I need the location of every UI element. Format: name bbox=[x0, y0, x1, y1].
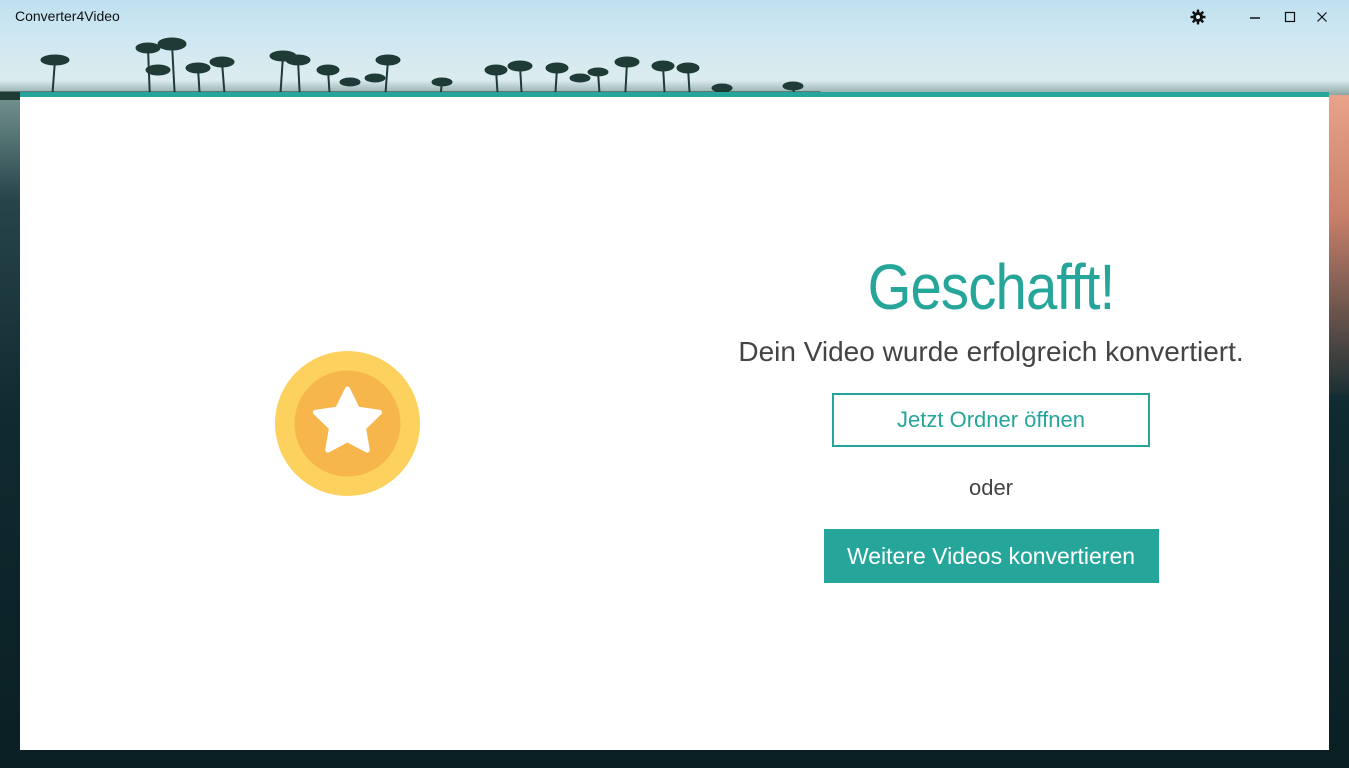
success-headline: Geschafft! bbox=[867, 251, 1116, 323]
close-button[interactable] bbox=[1311, 6, 1333, 28]
maximize-icon bbox=[1284, 11, 1296, 23]
gear-icon bbox=[1190, 9, 1206, 25]
convert-more-videos-button[interactable]: Weitere Videos konvertieren bbox=[823, 529, 1159, 583]
success-panel: Geschafft! Dein Video wurde erfolgreich … bbox=[20, 92, 1329, 750]
minimize-icon bbox=[1250, 17, 1260, 19]
or-separator: oder bbox=[968, 475, 1014, 500]
settings-button[interactable] bbox=[1187, 6, 1209, 28]
result-section: Geschafft! Dein Video wurde erfolgreich … bbox=[680, 247, 1302, 583]
minimize-button[interactable] bbox=[1244, 6, 1266, 28]
title-bar: Converter4Video bbox=[0, 0, 1349, 32]
maximize-button[interactable] bbox=[1279, 6, 1301, 28]
close-icon bbox=[1317, 12, 1327, 22]
open-folder-button[interactable]: Jetzt Ordner öffnen bbox=[832, 393, 1150, 447]
app-title: Converter4Video bbox=[15, 8, 120, 24]
app-window: Converter4Video Geschafft! Dein Video wu… bbox=[0, 0, 1349, 768]
star-medal-icon bbox=[275, 351, 420, 496]
palm-trees-background bbox=[0, 37, 821, 100]
success-message: Dein Video wurde erfolgreich konvertiert… bbox=[738, 336, 1244, 367]
